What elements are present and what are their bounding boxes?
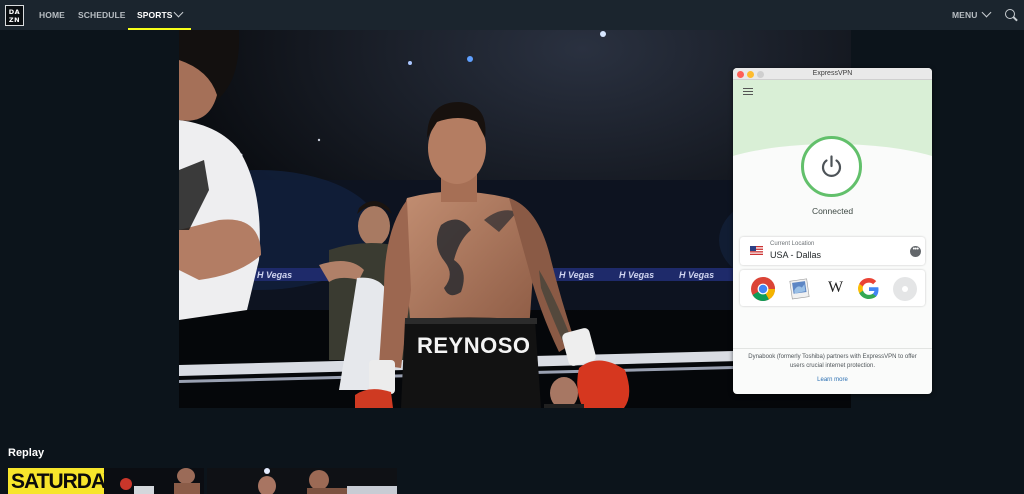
add-shortcut-icon[interactable] <box>892 276 918 302</box>
banner-text-4: H Vegas <box>679 270 714 280</box>
location-value: USA - Dallas <box>770 250 822 260</box>
usa-flag-icon <box>750 246 763 255</box>
replay-thumbnail-3[interactable] <box>207 468 397 494</box>
menu-chevron-down-icon[interactable] <box>981 7 992 18</box>
banner-text-1: H Vegas <box>257 270 292 280</box>
nav-schedule[interactable]: SCHEDULE <box>78 0 126 30</box>
partner-message: Dynabook (formerly Toshiba) partners wit… <box>748 354 917 369</box>
wikipedia-icon[interactable]: W <box>828 279 843 297</box>
menu-button[interactable]: MENU <box>952 0 977 30</box>
hamburger-menu-icon[interactable] <box>743 88 753 95</box>
expressvpn-window: ExpressVPN Connected Current Location US… <box>733 68 932 394</box>
location-label: Current Location <box>770 241 815 247</box>
replay-thumbnail-2[interactable] <box>104 468 204 494</box>
nav-sports[interactable]: SPORTS <box>137 0 173 30</box>
footer-divider <box>733 348 932 349</box>
chrome-icon[interactable] <box>750 276 776 302</box>
fight-thumbnail-image <box>104 468 204 494</box>
fight-thumbnail-image-2 <box>207 468 397 494</box>
banner-text-2: H Vegas <box>559 270 594 280</box>
nav-home[interactable]: HOME <box>39 0 65 30</box>
logo-line-2: ZN <box>8 15 21 24</box>
google-icon[interactable] <box>856 276 882 302</box>
window-title: ExpressVPN <box>812 70 853 77</box>
learn-more-link[interactable]: Learn more <box>733 377 932 383</box>
replay-heading: Replay <box>8 447 45 459</box>
connection-status: Connected <box>811 206 854 216</box>
shortcut-bar: W <box>740 270 925 306</box>
mail-icon[interactable] <box>786 276 812 302</box>
power-icon <box>821 155 842 177</box>
location-selector[interactable]: Current Location USA - Dallas ••• <box>740 237 925 265</box>
trunks-text: REYNOSO <box>417 333 531 358</box>
banner-text-3: H Vegas <box>619 270 654 280</box>
chevron-down-icon[interactable] <box>173 7 184 18</box>
dazn-logo[interactable]: DA ZN <box>5 5 24 26</box>
ellipsis-icon[interactable]: ••• <box>910 246 921 257</box>
top-navigation-bar: DA ZN HOME SCHEDULE SPORTS MENU <box>0 0 1024 30</box>
search-icon[interactable] <box>1005 9 1015 19</box>
power-button[interactable] <box>801 136 862 197</box>
window-titlebar: ExpressVPN <box>733 68 932 80</box>
replay-thumbnail-saturday[interactable]: SATURDAY <box>8 468 104 494</box>
logo-line-1: DA <box>8 7 21 16</box>
